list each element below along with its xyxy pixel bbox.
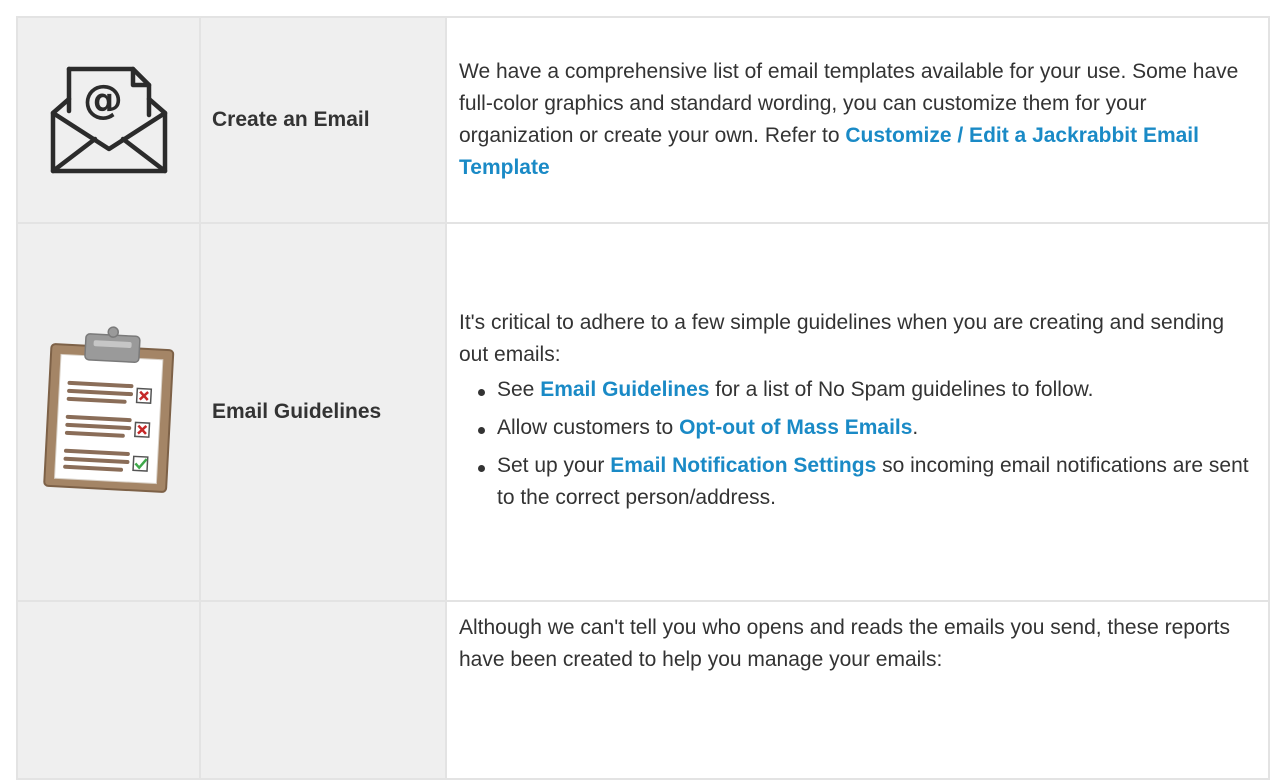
list-item-text: for a list of No Spam guidelines to foll… (709, 378, 1094, 401)
table-row-email-guidelines: Email Guidelines It's critical to adhere… (16, 222, 1270, 602)
table-row-create-email: @ Create an Email We have a comprehensiv… (16, 16, 1270, 224)
email-guidelines-link[interactable]: Email Guidelines (540, 378, 709, 401)
row-title: Create an Email (199, 16, 447, 224)
table-row-email-reports: Although we can't tell you who opens and… (16, 600, 1270, 780)
list-item: See Email Guidelines for a list of No Sp… (478, 371, 1252, 409)
email-notification-settings-link[interactable]: Email Notification Settings (610, 454, 876, 477)
row-title: Email Guidelines (199, 222, 447, 602)
icon-cell (16, 222, 201, 602)
icon-cell: @ (16, 16, 201, 224)
list-item: Set up your Email Notification Settings … (478, 447, 1252, 517)
email-help-table: @ Create an Email We have a comprehensiv… (16, 16, 1270, 780)
clipboard-checklist-icon (34, 325, 184, 500)
list-item-text: . (912, 416, 919, 439)
list-item: Allow customers to Opt-out of Mass Email… (478, 409, 1252, 447)
row-title (199, 600, 447, 780)
row-description: It's critical to adhere to a few simple … (445, 222, 1270, 602)
row-description: We have a comprehensive list of email te… (445, 16, 1270, 224)
list-item-text: See (497, 378, 541, 401)
envelope-at-icon: @ (47, 59, 171, 182)
svg-text:@: @ (83, 77, 123, 123)
guidelines-list: See Email Guidelines for a list of No Sp… (459, 371, 1252, 517)
row-description: Although we can't tell you who opens and… (445, 600, 1270, 780)
description-intro: It's critical to adhere to a few simple … (459, 311, 1225, 366)
icon-cell (16, 600, 201, 780)
opt-out-mass-emails-link[interactable]: Opt-out of Mass Emails (679, 416, 912, 439)
list-item-text: Allow customers to (497, 416, 680, 439)
list-item-text: Set up your (497, 454, 611, 477)
